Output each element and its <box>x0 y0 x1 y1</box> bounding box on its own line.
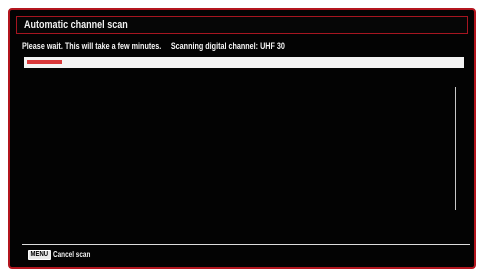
status-line: Please wait. This will take a few minute… <box>22 41 285 51</box>
footer-hint: MENU Cancel scan <box>28 250 99 261</box>
list-scrollbar[interactable] <box>455 87 456 210</box>
footer-divider <box>22 244 470 245</box>
cancel-scan-label[interactable]: Cancel scan <box>53 250 90 260</box>
scan-progress-fill <box>27 60 62 64</box>
found-channels-list <box>24 72 464 242</box>
menu-key-badge: MENU <box>28 250 51 260</box>
dialog-title: Automatic channel scan <box>24 19 128 31</box>
scan-progress-bar <box>24 57 464 68</box>
dialog-title-bar: Automatic channel scan <box>16 16 468 34</box>
wait-message: Please wait. This will take a few minute… <box>22 41 162 51</box>
tv-screen: Automatic channel scan Please wait. This… <box>0 0 484 277</box>
channel-scan-dialog: Automatic channel scan Please wait. This… <box>8 8 476 269</box>
scanning-channel-label: Scanning digital channel: UHF 30 <box>170 41 285 51</box>
